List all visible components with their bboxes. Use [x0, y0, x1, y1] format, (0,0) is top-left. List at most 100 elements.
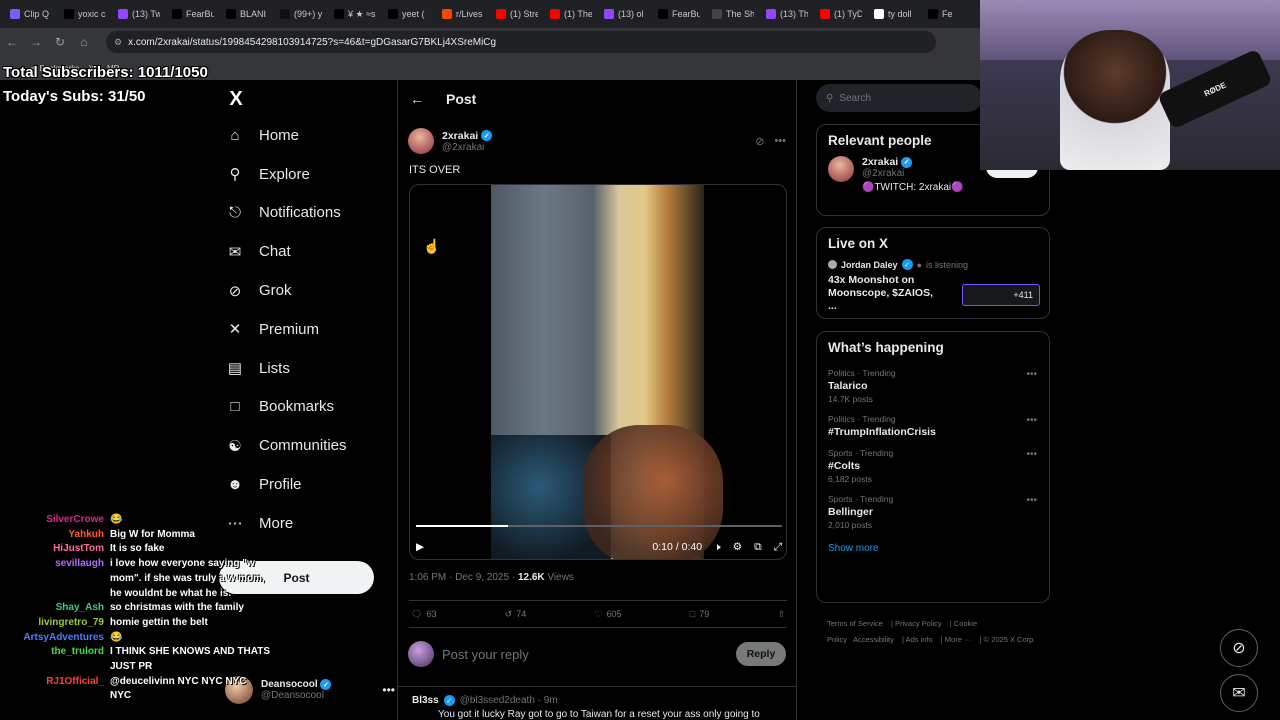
chat-username[interactable]: SilverCrowe	[0, 513, 104, 528]
more-dots-icon[interactable]: •••	[382, 683, 395, 697]
chat-username[interactable]: Yahkuh	[0, 528, 104, 543]
more-dots-icon[interactable]: •••	[1026, 449, 1037, 460]
browser-tab[interactable]: (13) ol	[598, 3, 652, 25]
relevant-name[interactable]: 2xrakai ✓	[862, 156, 964, 168]
more-dots-icon[interactable]: •••	[774, 135, 786, 148]
home-browser-icon[interactable]: ⌂	[72, 35, 96, 49]
nav-item-bookmarks[interactable]: □ Bookmarks	[218, 388, 396, 427]
nav-item-home[interactable]: ⌂ Home	[218, 116, 396, 155]
nav-item-lists[interactable]: ▤ Lists	[218, 349, 396, 388]
tab-label: FearBu	[186, 9, 214, 19]
pip-icon[interactable]: ⧉	[754, 541, 762, 554]
footer-link[interactable]: Ads info	[906, 635, 933, 644]
reply-input[interactable]: Post your reply	[442, 647, 529, 662]
host-avatar	[828, 260, 837, 269]
repost-action[interactable]: ↺ 74	[505, 609, 527, 620]
browser-tab[interactable]: (13) Tw	[112, 3, 166, 25]
reply-author-name[interactable]: Bl3ss	[412, 695, 439, 706]
chat-username[interactable]: the_trulord	[0, 645, 104, 674]
live-space-title[interactable]: 43x Moonshot on Moonscope, $ZAIOS, ...	[817, 270, 952, 313]
more-dots-icon[interactable]: •••	[1026, 495, 1037, 506]
nav-item-notifications[interactable]: ⎋ Notifications	[218, 194, 396, 233]
chat-username[interactable]: HiJustTom	[0, 542, 104, 557]
nav-item-grok[interactable]: ⊘ Grok	[218, 271, 396, 310]
back-arrow-icon[interactable]: ←	[410, 91, 424, 107]
more-dots-icon[interactable]: •••	[1026, 369, 1037, 380]
nav-item-explore[interactable]: ⚲ Explore	[218, 155, 396, 194]
video-player[interactable]: ▶ 0:10 / 0:40 🕨 ⚙ ⧉ ⤢	[409, 184, 787, 560]
site-info-icon[interactable]: ⚙	[114, 37, 122, 48]
live-host[interactable]: Jordan Daley ✓ ● is listening	[817, 259, 1049, 270]
chat-username[interactable]: Shay_Ash	[0, 601, 104, 616]
list-icon: ▤	[227, 360, 243, 378]
reply-action[interactable]: 🗨 63	[411, 609, 436, 620]
browser-tab[interactable]: Fe	[922, 3, 976, 25]
footer-link[interactable]: More ···	[945, 635, 972, 644]
nav-item-profile[interactable]: ☻ Profile	[218, 465, 396, 504]
nav-item-communities[interactable]: ☯ Communities	[218, 426, 396, 465]
envelope-icon[interactable]: ✉	[1220, 674, 1258, 712]
browser-tab[interactable]: (1) Stre	[490, 3, 544, 25]
footer-link[interactable]: © 2025 X Corp.	[984, 635, 1036, 644]
trend-item[interactable]: Politics · Trending Talarico 14.7K posts ••…	[817, 363, 1049, 409]
chat-username[interactable]: ArtsyAdventures	[0, 631, 104, 646]
browser-tab[interactable]: r/Lives	[436, 3, 490, 25]
forward-icon[interactable]: →	[24, 35, 48, 49]
chat-username[interactable]: sevillaugh	[0, 557, 104, 601]
browser-tab[interactable]: ty doll	[868, 3, 922, 25]
bookmark-action[interactable]: □ 79	[690, 609, 709, 619]
nav-item-premium[interactable]: ✕ Premium	[218, 310, 396, 349]
x-logo[interactable]: X	[218, 82, 254, 116]
nav-item-chat[interactable]: ✉ Chat	[218, 232, 396, 271]
trend-item[interactable]: Sports · Trending #Colts 6,182 posts •••	[817, 443, 1049, 489]
browser-tab[interactable]: The Sh	[706, 3, 760, 25]
browser-tab[interactable]: BLANI	[220, 3, 274, 25]
url-field[interactable]: ⚙ x.com/2xrakai/status/19984542981039147…	[106, 31, 936, 53]
browser-tab[interactable]: (1) TyD	[814, 3, 868, 25]
avatar[interactable]	[828, 156, 854, 182]
back-icon[interactable]: ←	[0, 35, 24, 49]
browser-tab[interactable]: (99+) y	[274, 3, 328, 25]
browser-tab[interactable]: FearBu	[166, 3, 220, 25]
footer-link[interactable]: Privacy Policy	[895, 619, 942, 628]
trend-item[interactable]: Sports · Trending Bellinger 2,010 posts •••	[817, 489, 1049, 535]
browser-tab[interactable]: (13) Th	[760, 3, 814, 25]
bookmark-icon: □	[689, 609, 696, 619]
play-icon[interactable]: ▶	[416, 541, 424, 553]
reload-icon[interactable]: ↻	[48, 35, 72, 49]
verified-icon: ✓	[443, 695, 455, 706]
more-dots-icon[interactable]: •••	[1026, 415, 1037, 426]
browser-tab[interactable]: ¥ ★ ≈s	[328, 3, 382, 25]
footer-link[interactable]: Accessibility	[853, 635, 894, 644]
reply-tweet[interactable]: Bl3ss ✓ @bl3ssed2death · 9m You got it l…	[398, 686, 796, 720]
share-icon[interactable]: ⇧	[777, 609, 785, 620]
grok-icon[interactable]: ⊘	[1220, 629, 1258, 667]
avatar[interactable]	[408, 128, 434, 154]
trend-item[interactable]: Politics · Trending #TrumpInflationCrisis…	[817, 409, 1049, 443]
show-more-link[interactable]: Show more	[817, 535, 1049, 566]
tab-label: FearBu	[672, 9, 700, 19]
author-name[interactable]: 2xrakai ✓	[442, 130, 493, 142]
like-action[interactable]: ♡ 605	[594, 609, 621, 620]
fullscreen-icon[interactable]: ⤢	[774, 541, 782, 554]
settings-icon[interactable]: ⚙	[733, 541, 742, 553]
reply-button[interactable]: Reply	[736, 642, 786, 666]
browser-tab[interactable]: yoxic c	[58, 3, 112, 25]
live-listeners[interactable]: +411	[962, 284, 1040, 306]
volume-icon[interactable]: 🕨	[714, 541, 721, 554]
browser-tab[interactable]: Clip Q	[4, 3, 58, 25]
tab-label: r/Lives	[456, 9, 483, 19]
chat-username[interactable]: livingretro_79	[0, 616, 104, 631]
chat-username[interactable]: RJ1Official_	[0, 675, 104, 704]
chat-text: homie gettin the belt	[110, 616, 208, 628]
browser-tab[interactable]: (1) The	[544, 3, 598, 25]
video-progress-bar[interactable]	[416, 525, 782, 527]
browser-tab[interactable]: FearBu	[652, 3, 706, 25]
browser-tab[interactable]: yeet (	[382, 3, 436, 25]
footer-link[interactable]: Terms of Service	[827, 619, 883, 628]
search-input[interactable]: ⚲ Search	[816, 84, 982, 112]
grok-icon[interactable]: ⊘	[755, 135, 764, 148]
chat-message: Yahkuh Big W for Momma	[0, 528, 290, 543]
author-handle[interactable]: @2xrakai	[442, 142, 492, 153]
tab-label: (1) The	[564, 9, 592, 19]
